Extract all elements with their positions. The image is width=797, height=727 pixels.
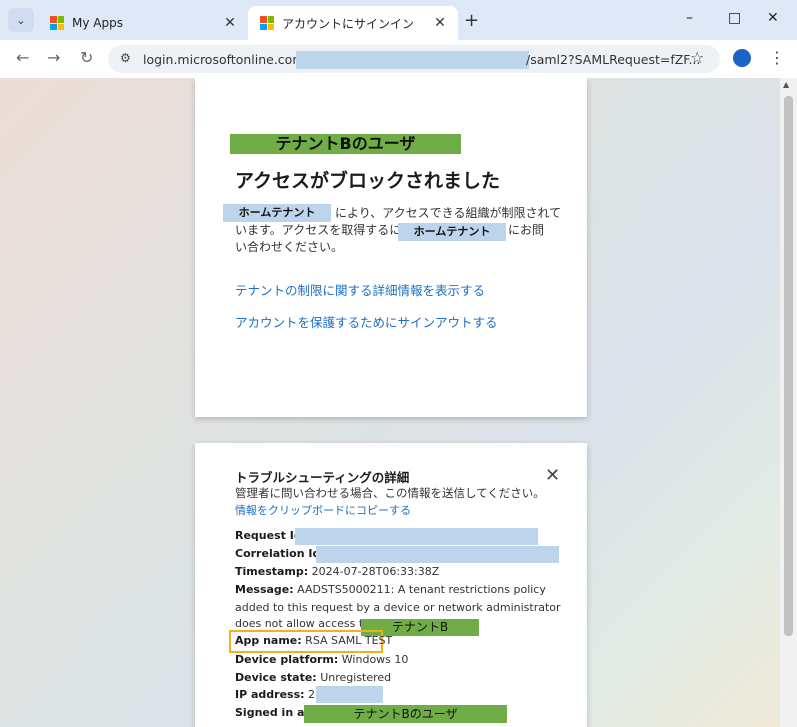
field-value: 2024-07-28T06:33:38Z (311, 565, 440, 578)
field-label: Device state: (235, 671, 317, 684)
url-text-prefix: login.microsoftonline.com/5 (143, 52, 317, 67)
copy-to-clipboard-link[interactable]: 情報をクリップボードにコピーする (235, 502, 411, 518)
site-info-icon[interactable]: ⚙ (120, 51, 131, 65)
microsoft-logo-icon (50, 16, 64, 30)
bookmark-star-icon[interactable]: ☆ (690, 48, 704, 67)
microsoft-logo-icon (260, 16, 274, 30)
profile-avatar-icon[interactable] (733, 49, 751, 67)
description-line1: により、アクセスできる組織が制限されて (335, 206, 562, 220)
home-tenant-redaction: ホームテナント (223, 204, 331, 222)
chevron-down-icon: ⌄ (16, 13, 26, 27)
correlation-id-redaction (316, 546, 559, 563)
tenant-banner: テナントBのユーザ (230, 134, 461, 154)
url-text-suffix: /saml2?SAMLRequest=fZF... (526, 52, 701, 67)
browser-toolbar: ← → ↻ ⚙ login.microsoftonline.com/5 /sam… (0, 40, 797, 78)
new-tab-button[interactable]: + (464, 10, 479, 31)
description-line2-suffix: にお問 (508, 223, 545, 237)
troubleshooting-subtitle: 管理者に問い合わせる場合、この情報を送信してください。 (235, 486, 545, 500)
back-arrow-icon[interactable]: ← (16, 48, 29, 67)
ip-address-redaction (316, 686, 383, 703)
tenant-restrictions-details-link[interactable]: テナントの制限に関する詳細情報を表示する (235, 280, 485, 299)
timestamp-row: Timestamp: 2024-07-28T06:33:38Z (235, 563, 439, 581)
forward-arrow-icon[interactable]: → (47, 48, 60, 67)
reload-icon[interactable]: ↻ (80, 48, 93, 67)
correlation-id-row: Correlation Id: (235, 545, 325, 563)
tab-strip: ⌄ My Apps ✕ アカウントにサインイン ✕ + – □ ✕ (0, 0, 797, 40)
field-label: IP address: (235, 688, 305, 701)
tab-my-apps[interactable]: My Apps ✕ (38, 6, 248, 40)
tab-search-button[interactable]: ⌄ (8, 8, 34, 32)
field-label: Device platform: (235, 653, 339, 666)
page-background: テナントBのユーザ アクセスがブロックされました ホームテナント により、アクセ… (0, 78, 780, 727)
close-icon[interactable]: ✕ (545, 465, 560, 486)
message-line3: does not allow access to (235, 617, 370, 627)
access-blocked-card: テナントBのユーザ アクセスがブロックされました ホームテナント により、アクセ… (195, 78, 587, 417)
field-value: Windows 10 (341, 653, 409, 666)
ip-address-row: IP address: 217 (235, 686, 329, 704)
field-label: Message: (235, 583, 294, 596)
tab-title: アカウントにサインイン (282, 16, 415, 31)
field-label: App name: (235, 634, 302, 647)
more-menu-icon[interactable]: ⋮ (769, 48, 785, 67)
description-line3: い合わせください。 (235, 240, 344, 254)
scrollbar-thumb[interactable] (784, 96, 793, 636)
field-value: RSA SAML TEST (305, 634, 393, 647)
sign-out-link[interactable]: アカウントを保護するためにサインアウトする (235, 312, 498, 331)
tab-title: My Apps (72, 16, 123, 30)
troubleshooting-card: トラブルシューティングの詳細 ✕ 管理者に問い合わせる場合、この情報を送信してく… (195, 443, 587, 727)
close-tab-icon[interactable]: ✕ (220, 15, 240, 31)
signed-in-user-highlight: テナントBのユーザ (304, 705, 507, 723)
device-state-row: Device state: Unregistered (235, 669, 391, 687)
field-value: Unregistered (320, 671, 392, 684)
url-redaction (296, 51, 529, 69)
address-bar[interactable]: ⚙ login.microsoftonline.com/5 /saml2?SAM… (108, 45, 720, 73)
troubleshooting-title: トラブルシューティングの詳細 (235, 470, 410, 485)
field-value: AADSTS5000211: A tenant restrictions pol… (297, 583, 546, 596)
close-tab-icon[interactable]: ✕ (430, 15, 450, 31)
description-line2: います。アクセスを取得するには (235, 223, 414, 237)
tab-sign-in[interactable]: アカウントにサインイン ✕ (248, 6, 458, 40)
message-row: Message: AADSTS5000211: A tenant restric… (235, 581, 546, 599)
minimize-icon[interactable]: – (686, 10, 693, 26)
device-platform-row: Device platform: Windows 10 (235, 651, 408, 669)
page-title: アクセスがブロックされました (235, 170, 501, 192)
scroll-up-arrow-icon[interactable]: ▲ (783, 80, 789, 89)
field-label: Timestamp: (235, 565, 309, 578)
maximize-icon[interactable]: □ (728, 10, 741, 26)
field-label: Correlation Id: (235, 547, 325, 560)
app-name-row: App name: RSA SAML TEST (235, 632, 392, 650)
window-close-icon[interactable]: ✕ (767, 10, 779, 26)
home-tenant-redaction: ホームテナント (398, 223, 506, 241)
request-id-redaction (295, 528, 538, 545)
